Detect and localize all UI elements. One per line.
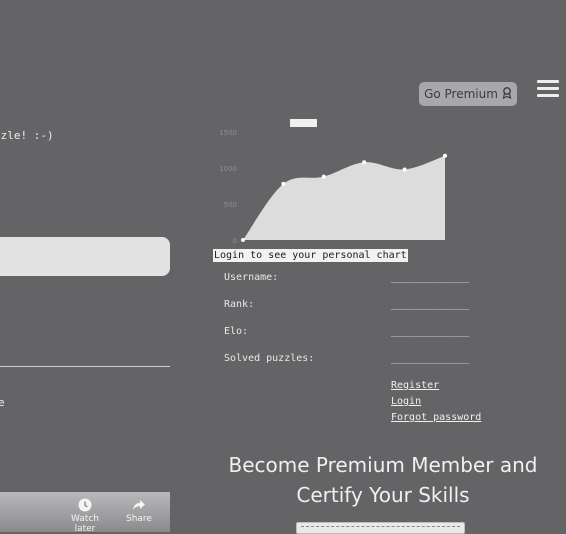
solved-puzzles-label: Solved puzzles:	[224, 353, 315, 364]
login-to-see-chart-banner: Login to see your personal chart	[213, 249, 408, 262]
premium-heading-line2: Certify Your Skills	[296, 483, 470, 507]
hamburger-menu-icon[interactable]	[537, 80, 559, 100]
go-premium-label: Go Premium	[424, 87, 498, 101]
chart-point	[443, 153, 447, 158]
username-label: Username:	[224, 272, 279, 283]
chart-area-fill	[243, 155, 445, 240]
puzzle-message: zzle! :-)	[0, 129, 54, 142]
watch-later-label: Watch later	[70, 514, 100, 532]
premium-heading: Become Premium Member and Certify Your S…	[200, 450, 566, 510]
rank-value: _____________	[391, 299, 470, 310]
login-link[interactable]: Login	[391, 396, 421, 407]
elo-chart: 1500 1000 500 0	[219, 129, 447, 245]
register-link[interactable]: Register	[391, 380, 439, 391]
username-value: _____________	[391, 272, 470, 283]
video-thumbnail[interactable]: Watch later Share	[0, 492, 170, 532]
chart-point	[321, 174, 326, 179]
elo-value: _____________	[391, 326, 470, 337]
y-tick-label: 1000	[219, 165, 237, 173]
chart-point	[281, 181, 286, 186]
rank-label: Rank:	[224, 299, 255, 310]
clock-icon	[78, 498, 92, 512]
go-premium-button[interactable]: Go Premium	[419, 82, 517, 106]
side-text-fragment: e	[0, 396, 5, 409]
solved-puzzles-value: _____________	[391, 353, 470, 364]
share-button[interactable]: Share	[114, 498, 164, 524]
y-tick-label: 1500	[219, 129, 237, 137]
chart-point	[402, 167, 407, 172]
answer-box[interactable]	[0, 237, 170, 276]
chart-point	[241, 238, 245, 242]
premium-heading-line1: Become Premium Member and	[228, 453, 538, 477]
chart-point	[362, 160, 367, 165]
y-tick-label: 0	[233, 237, 237, 245]
certificate-image	[296, 522, 465, 534]
watch-later-button[interactable]: Watch later	[60, 498, 110, 532]
y-tick-label: 500	[224, 201, 237, 209]
elo-label: Elo:	[224, 326, 249, 337]
forgot-password-link[interactable]: Forgot password	[391, 412, 481, 423]
share-icon	[133, 500, 145, 510]
divider	[0, 366, 170, 367]
award-icon	[502, 86, 512, 102]
share-label: Share	[126, 514, 152, 524]
